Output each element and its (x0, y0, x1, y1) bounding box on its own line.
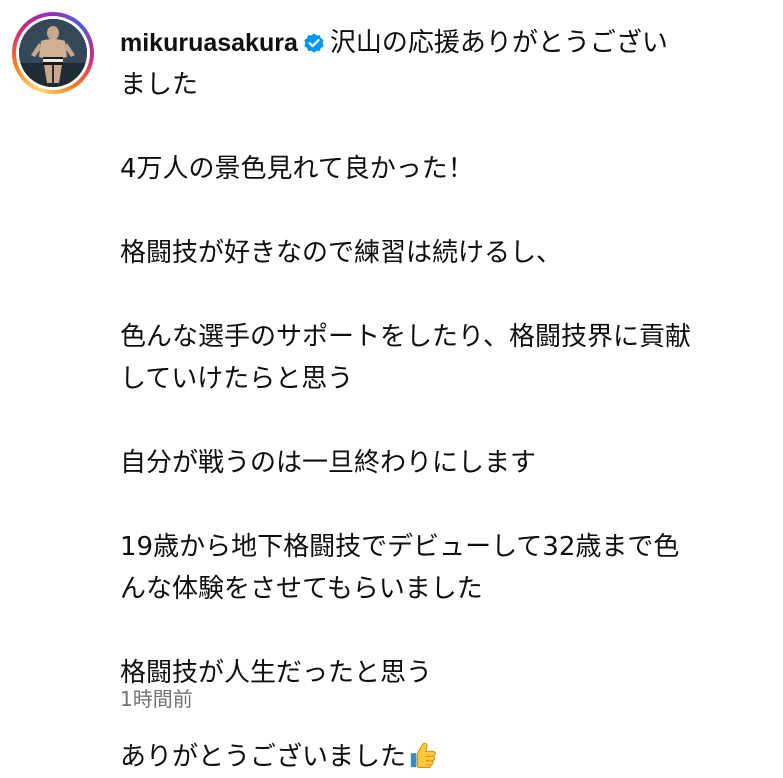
caption-line-8: していけたらと思う (120, 364, 354, 394)
caption-line-5: 格闘技が好きなので練習は続けるし、 (120, 238, 563, 268)
thumbs-up-icon (410, 742, 436, 769)
caption-line-13: んな体験をさせてもらいました (120, 574, 483, 604)
caption-text: ありがとうございました (120, 742, 407, 772)
comment-body: mikuruasakura 沢山の応援ありがとうござい ました 4万人の景色見れ… (120, 22, 750, 778)
avatar-frame (16, 16, 90, 90)
caption-line-10: 自分が戦うのは一旦終わりにします (120, 448, 537, 478)
verified-badge-icon (304, 33, 324, 53)
timestamp-link[interactable]: 1時間前 (120, 685, 193, 713)
caption-line-1: ました (120, 70, 199, 100)
caption-line-17: ありがとうございました (120, 736, 750, 778)
username-link[interactable]: mikuruasakura (120, 29, 298, 57)
caption-line-15: 格闘技が人生だったと思う (120, 658, 433, 688)
avatar-story-ring[interactable] (12, 12, 94, 94)
caption-line-12: 19歳から地下格闘技でデビューして32歳まで色 (120, 532, 680, 562)
avatar[interactable] (19, 19, 87, 87)
caption-line-3: 4万人の景色見れて良かった！ (120, 154, 474, 184)
comment-item: mikuruasakura 沢山の応援ありがとうござい ました 4万人の景色見れ… (0, 0, 783, 772)
caption-text: 沢山の応援ありがとうござい (329, 28, 668, 58)
caption-line-7: 色んな選手のサポートをしたり、格闘技界に貢献 (120, 322, 691, 352)
avatar-photo (19, 19, 87, 87)
caption-line-0: mikuruasakura 沢山の応援ありがとうござい (120, 22, 750, 64)
